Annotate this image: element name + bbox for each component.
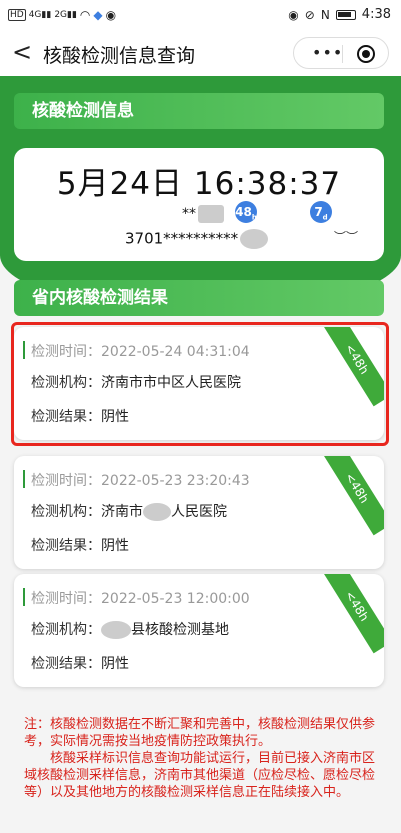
current-datetime: 5月24日 16:38:37	[56, 166, 342, 202]
target-icon[interactable]	[357, 45, 375, 63]
eye-closed-icon[interactable]: ︶︶	[334, 228, 358, 245]
masked-id-number: 3701**********	[125, 229, 269, 249]
wechat-icon: ◉	[105, 8, 117, 22]
shield-icon: ◆	[93, 8, 103, 22]
test-time: 检测时间：2022-05-23 23:20:43	[31, 473, 250, 489]
notes: 注：核酸检测数据在不断汇聚和完善中，核酸检测结果仅供参考，实际情况需按当地疫情防…	[24, 716, 378, 801]
masked-name: **	[182, 205, 224, 223]
nav-bar: < 核酸检测信息查询 •••	[0, 30, 401, 76]
status-time: 4:38	[361, 7, 391, 22]
highlight-box	[11, 322, 389, 446]
info-card: 5月24日 16:38:37 ** 48h 7d 3701********** …	[14, 148, 384, 261]
test-org: 检测机构： 县核酸检测基地	[31, 621, 229, 639]
test-time: 检测时间：2022-05-23 12:00:00	[31, 591, 250, 607]
hd-indicator: HD	[8, 9, 26, 21]
test-result: 检测结果：阴性	[31, 656, 129, 672]
blurred-region	[240, 229, 269, 249]
info-section-header: 核酸检测信息	[14, 93, 384, 129]
battery-icon	[335, 9, 356, 20]
note-trial: 核酸采样标识信息查询功能试运行，目前已接入济南市区域核酸检测采样信息，济南市其他…	[24, 751, 376, 800]
test-org: 检测机构：济南市 人民医院	[31, 503, 227, 521]
nfc-icon: N	[320, 7, 330, 22]
test-result: 检测结果：阴性	[31, 538, 129, 554]
result-card: 检测时间：2022-05-23 23:20:43 检测机构：济南市 人民医院 检测…	[14, 456, 384, 569]
status-bar: HD 4G▮▮ 2G▮▮ ◠ ◆ ◉ ◉ ⊘ N 4:38	[0, 0, 401, 30]
signal-2g-icon: 2G▮▮	[54, 10, 77, 20]
eye-icon: ◉	[288, 7, 299, 22]
status-right: ◉ ⊘ N 4:38	[288, 7, 391, 22]
validity-ribbon: <48h	[321, 574, 384, 654]
miniprogram-capsule: •••	[293, 37, 389, 69]
more-icon[interactable]: •••	[312, 43, 343, 62]
validity-ribbon: <48h	[321, 456, 384, 536]
capsule-divider	[342, 45, 343, 63]
blurred-region	[101, 621, 131, 639]
results-section-header: 省内核酸检测结果	[14, 280, 384, 316]
status-left: HD 4G▮▮ 2G▮▮ ◠ ◆ ◉	[8, 8, 116, 22]
wifi-icon: ◠	[79, 8, 91, 22]
page-title: 核酸检测信息查询	[43, 45, 196, 67]
badge-7d[interactable]: 7d	[310, 201, 332, 223]
badge-48h[interactable]: 48h	[235, 201, 257, 223]
result-card: 检测时间：2022-05-23 12:00:00 检测机构： 县核酸检测基地 检测…	[14, 574, 384, 687]
accent-bar	[23, 588, 25, 606]
accent-bar	[23, 470, 25, 488]
back-icon[interactable]: <	[12, 38, 32, 66]
blurred-region	[143, 503, 171, 521]
blurred-region	[198, 205, 224, 223]
note-disclaimer: 注：核酸检测数据在不断汇聚和完善中，核酸检测结果仅供参考，实际情况需按当地疫情防…	[24, 717, 376, 749]
mute-icon: ⊘	[304, 7, 315, 22]
signal-4g-icon: 4G▮▮	[28, 10, 52, 20]
